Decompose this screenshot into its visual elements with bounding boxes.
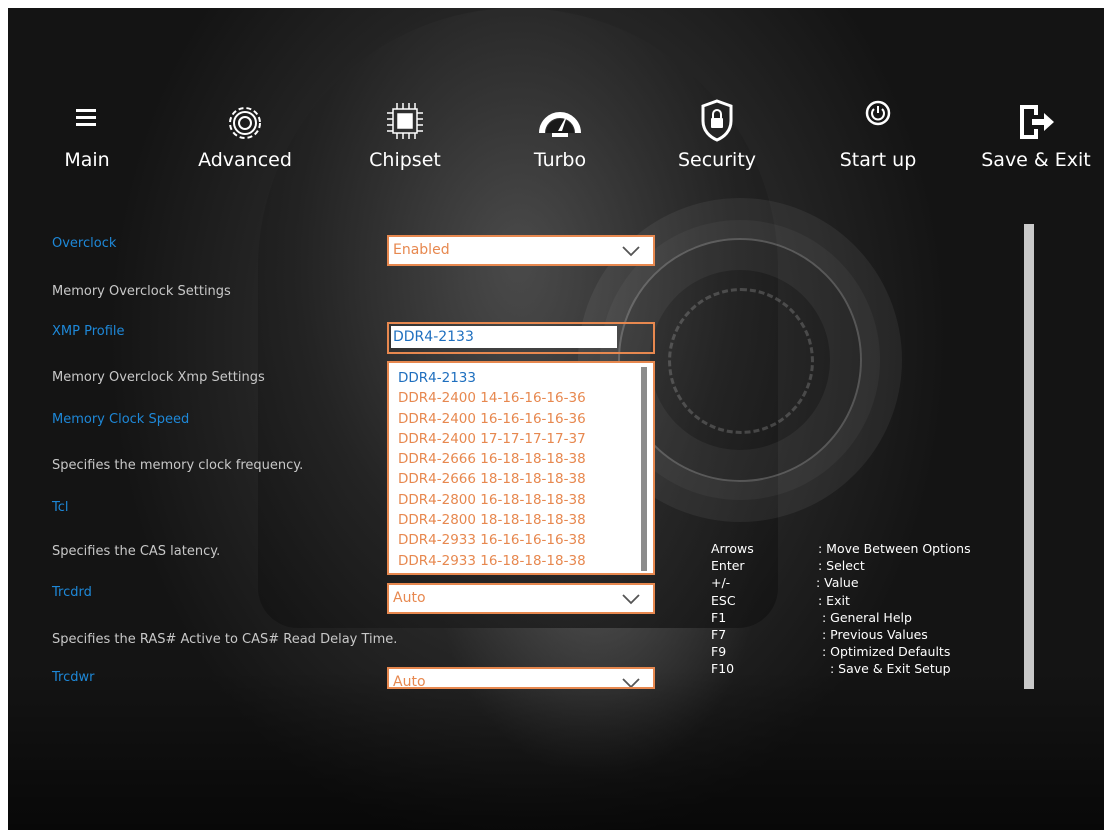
- page-scrollbar[interactable]: [1024, 224, 1034, 689]
- help-key: ESC: [711, 592, 736, 608]
- tab-startup-label: Start up: [839, 149, 917, 171]
- dropdown-option[interactable]: DDR4-2666 18-18-18-18-38: [389, 469, 653, 489]
- dropdown-scrollbar[interactable]: [641, 367, 647, 571]
- trcdwr-value: Auto: [393, 674, 426, 689]
- tab-main[interactable]: Main: [55, 95, 119, 171]
- help-key: F9: [711, 644, 727, 660]
- tab-turbo-label: Turbo: [533, 149, 587, 171]
- dropdown-option[interactable]: DDR4-2800 16-18-18-18-38: [389, 490, 653, 510]
- exit-icon: [976, 95, 1096, 143]
- overclock-select[interactable]: Enabled: [387, 235, 655, 266]
- help-desc: : General Help: [822, 609, 912, 625]
- tab-chipset-label: Chipset: [369, 149, 441, 171]
- xmp-profile-label: XMP Profile: [52, 324, 125, 339]
- background-hud-ring-inner: [668, 288, 814, 434]
- trcdrd-select[interactable]: Auto: [387, 583, 655, 614]
- help-desc: : Value: [816, 575, 859, 591]
- tcl-desc: Specifies the CAS latency.: [52, 544, 221, 559]
- chevron-down-icon: [621, 674, 641, 687]
- help-key: F7: [711, 627, 727, 642]
- help-key: F10: [711, 661, 735, 677]
- xmp-profile-value[interactable]: DDR4-2133: [391, 326, 617, 348]
- tab-main-label: Main: [64, 149, 110, 171]
- dropdown-option[interactable]: DDR4-2800 18-18-18-18-38: [389, 510, 653, 530]
- dropdown-option[interactable]: DDR4-2400 16-16-16-16-36: [389, 409, 653, 429]
- chip-icon: [360, 95, 450, 143]
- memory-overclock-settings-heading: Memory Overclock Settings: [52, 284, 231, 299]
- xmp-profile-dropdown[interactable]: DDR4-2133 DDR4-2400 14-16-16-16-36 DDR4-24…: [387, 361, 655, 575]
- tab-save-exit-label: Save & Exit: [981, 149, 1091, 171]
- overclock-label: Overclock: [52, 236, 117, 251]
- gear-icon: [190, 95, 300, 143]
- power-icon: [832, 95, 924, 143]
- speedometer-icon: [520, 95, 600, 143]
- dropdown-list: DDR4-2133 DDR4-2400 14-16-16-16-36 DDR4-24…: [389, 363, 653, 571]
- dropdown-option[interactable]: DDR4-2400 17-17-17-17-37: [389, 429, 653, 449]
- tcl-label: Tcl: [52, 500, 69, 515]
- dropdown-option[interactable]: DDR4-2666 16-18-18-18-38: [389, 449, 653, 469]
- tab-startup[interactable]: Start up: [832, 95, 924, 171]
- tab-advanced[interactable]: Advanced: [190, 95, 300, 171]
- help-key: Enter: [711, 558, 745, 574]
- trcdrd-label: Trcdrd: [52, 585, 92, 600]
- overclock-value: Enabled: [393, 242, 450, 258]
- tab-save-exit[interactable]: Save & Exit: [976, 95, 1096, 171]
- tab-turbo[interactable]: Turbo: [520, 95, 600, 171]
- help-key: F1: [711, 609, 727, 625]
- help-key: Arrows: [711, 541, 754, 556]
- trcdrd-value: Auto: [393, 590, 426, 606]
- tab-chipset[interactable]: Chipset: [360, 95, 450, 171]
- help-desc: : Move Between Options: [818, 541, 971, 556]
- memory-overclock-xmp-heading: Memory Overclock Xmp Settings: [52, 370, 265, 385]
- dropdown-option[interactable]: DDR4-2400 14-16-16-16-36: [389, 388, 653, 408]
- dropdown-option[interactable]: DDR4-2933 16-18-18-18-38: [389, 551, 653, 571]
- memory-clock-speed-label: Memory Clock Speed: [52, 412, 190, 427]
- help-desc: : Select: [818, 558, 865, 574]
- tab-security[interactable]: Security: [672, 95, 762, 171]
- help-desc: : Save & Exit Setup: [830, 661, 951, 677]
- chevron-down-icon: [621, 590, 641, 617]
- chevron-down-icon: [621, 242, 641, 269]
- trcdrd-desc: Specifies the RAS# Active to CAS# Read D…: [52, 632, 398, 647]
- memory-clock-speed-desc: Specifies the memory clock frequency.: [52, 458, 304, 473]
- shield-lock-icon: [672, 95, 762, 143]
- background-shade: [8, 670, 1104, 830]
- help-desc: : Exit: [818, 592, 850, 608]
- help-desc: : Optimized Defaults: [822, 644, 951, 660]
- tab-security-label: Security: [677, 149, 757, 171]
- trcdwr-select[interactable]: Auto: [387, 667, 655, 689]
- trcdwr-label: Trcdwr: [52, 670, 95, 685]
- help-key: +/-: [711, 575, 731, 591]
- dropdown-option[interactable]: DDR4-2933 16-16-16-16-38: [389, 530, 653, 550]
- help-desc: : Previous Values: [822, 627, 928, 642]
- tab-advanced-label: Advanced: [198, 149, 292, 171]
- menu-icon: [55, 95, 119, 143]
- dropdown-option[interactable]: DDR4-2133: [389, 368, 653, 388]
